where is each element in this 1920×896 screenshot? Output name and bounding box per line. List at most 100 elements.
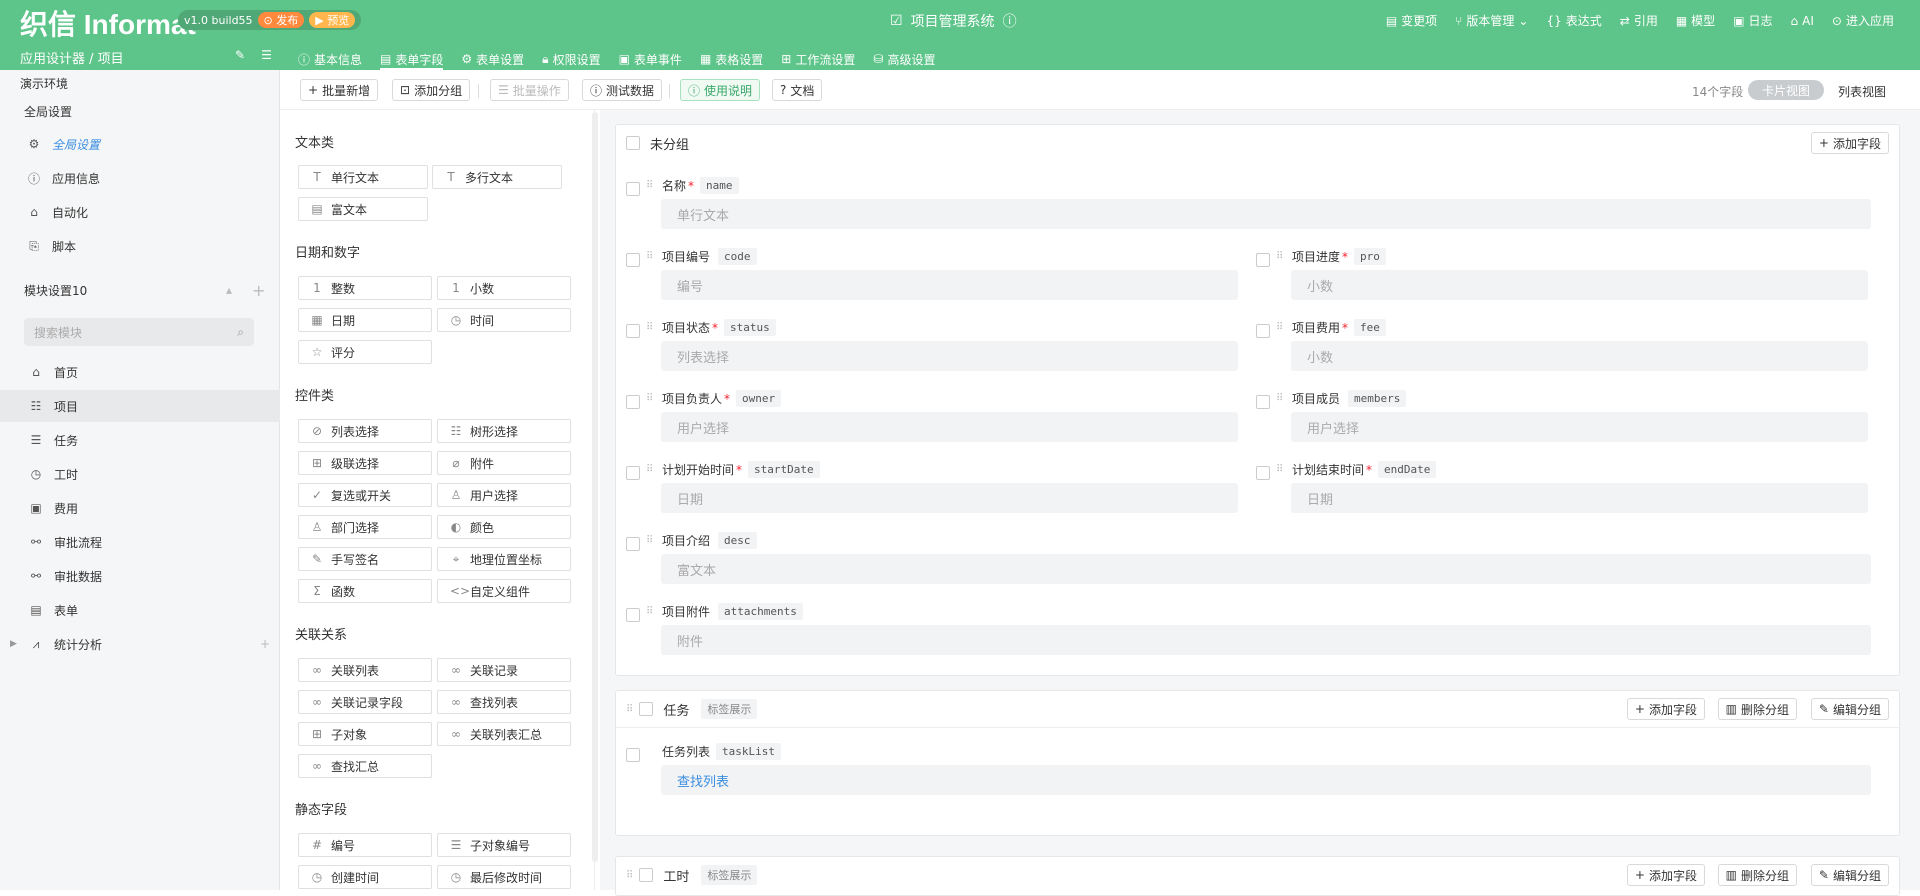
palette-item-related-record[interactable]: ∞ 关联记录 [437,658,571,682]
version-manage-button[interactable]: ⑂ 版本管理 ⌄ [1455,12,1528,29]
form-field[interactable]: ⠿ 项目状态 * status 列表选择 [616,319,1253,375]
tab-form-settings[interactable]: ⚙ 表单设置 [461,48,524,70]
usage-button[interactable]: ⓘ 使用说明 [680,79,761,101]
batch-add-button[interactable]: + 批量新增 [300,79,379,101]
drag-handle-icon[interactable]: ⠿ [646,464,653,475]
palette-item-rich-text[interactable]: ▤ 富文本 [298,197,428,221]
drag-handle-icon[interactable]: ⠿ [646,535,653,546]
drag-handle-icon[interactable]: ⠿ [626,704,633,715]
form-field[interactable]: ⠿ 项目负责人 * owner 用户选择 [616,390,1253,446]
palette-item-lookup-list[interactable]: ∞ 查找列表 [437,690,571,714]
field-task-list[interactable]: 任务列表 taskList 查找列表 [616,743,1886,799]
palette-item-single-text[interactable]: T 单行文本 [298,165,428,189]
tab-workflow-settings[interactable]: ⊞ 工作流设置 [781,48,855,70]
field-checkbox[interactable] [1256,324,1270,338]
tab-form-fields[interactable]: ▤ 表单字段 [380,48,444,70]
sidebar-item-app-info[interactable]: ⓘ 应用信息 [0,162,280,194]
drag-handle-icon[interactable]: ⠿ [646,606,653,617]
palette-item-color[interactable]: ◐ 颜色 [437,515,571,539]
form-field[interactable]: ⠿ 计划开始时间 * startDate 日期 [616,461,1253,517]
drag-handle-icon[interactable]: ⠿ [1276,464,1283,475]
field-checkbox[interactable] [626,466,640,480]
palette-item-created-at[interactable]: ◷ 创建时间 [298,865,432,889]
sidebar-item-approval-flow[interactable]: ⚯ 审批流程 [0,526,280,558]
palette-item-decimal[interactable]: 1 小数 [437,276,571,300]
group-checkbox[interactable] [639,868,654,882]
reference-button[interactable]: ⇄ 引用 [1620,12,1658,29]
palette-scrollbar[interactable] [592,112,598,862]
card-view-toggle[interactable]: 卡片视图 [1748,80,1825,100]
tab-form-events[interactable]: ▣ 表单事件 [619,48,682,70]
publish-button[interactable]: ⊙ 发布 [257,12,305,28]
palette-item-custom[interactable]: <> 自定义组件 [437,579,571,603]
drag-handle-icon[interactable]: ⠿ [1276,322,1283,333]
docs-button[interactable]: ? 文档 [772,79,823,101]
drag-handle-icon[interactable]: ⠿ [646,393,653,404]
drag-handle-icon[interactable]: ⠿ [646,322,653,333]
palette-item-related-list[interactable]: ∞ 关联列表 [298,658,432,682]
group-checkbox[interactable] [639,702,654,716]
palette-item-function[interactable]: Σ 函数 [298,579,432,603]
sidebar-item-project[interactable]: ☷ 项目 [0,390,280,422]
sidebar-item-approval-data[interactable]: ⚯ 审批数据 [0,560,280,592]
list-view-toggle[interactable]: 列表视图 [1838,83,1886,100]
palette-item-related-summary[interactable]: ∞ 关联列表汇总 [437,722,571,746]
field-checkbox[interactable] [626,182,640,196]
expression-button[interactable]: {} 表达式 [1546,12,1601,29]
sidebar-item-home[interactable]: ⌂ 首页 [0,356,280,388]
palette-item-list-select[interactable]: ⊘ 列表选择 [298,419,432,443]
palette-item-checkbox[interactable]: ✓ 复选或开关 [298,483,432,507]
collapse-up-icon[interactable]: ▴ [226,283,232,297]
preview-button[interactable]: ▶ 预览 [309,12,356,28]
field-checkbox[interactable] [1256,466,1270,480]
palette-item-attachment[interactable]: ⌀ 附件 [437,451,571,475]
test-data-button[interactable]: ⓘ 测试数据 [582,79,663,101]
field-checkbox[interactable] [1256,253,1270,267]
group-checkbox[interactable] [626,136,640,150]
drag-handle-icon[interactable]: ⠿ [646,180,653,191]
drag-handle-icon[interactable]: ⠿ [1276,393,1283,404]
delete-group-button[interactable]: ▥ 删除分组 [1717,864,1797,886]
drag-handle-icon[interactable]: ⠿ [1276,251,1283,262]
palette-item-dept-select[interactable]: ♙ 部门选择 [298,515,432,539]
palette-item-signature[interactable]: ✎ 手写签名 [298,547,432,571]
sidebar-item-worktime[interactable]: ◷ 工时 [0,458,280,490]
enter-app-button[interactable]: ⊙ 进入应用 [1832,12,1894,29]
palette-item-serial[interactable]: # 编号 [298,833,432,857]
form-field[interactable]: ⠿ 项目成员 members 用户选择 [1246,390,1883,446]
palette-item-time[interactable]: ◷ 时间 [437,308,571,332]
palette-item-cascade-select[interactable]: ⊞ 级联选择 [298,451,432,475]
form-field[interactable]: ⠿ 项目进度 * pro 小数 [1246,248,1883,304]
field-checkbox[interactable] [626,253,640,267]
palette-item-user-select[interactable]: ♙ 用户选择 [437,483,571,507]
sidebar-item-script[interactable]: ⎘ 脚本 [0,230,280,262]
expand-icon[interactable]: ▶ [10,639,24,649]
sidebar-item-automation[interactable]: ⌂ 自动化 [0,196,280,228]
edit-icon[interactable]: ✎ [235,48,245,62]
sidebar-item-task[interactable]: ☰ 任务 [0,424,280,456]
form-field[interactable]: ⠿ 项目编号 code 编号 [616,248,1253,304]
palette-item-child-object[interactable]: ⊞ 子对象 [298,722,432,746]
sidebar-item-stats[interactable]: ▶ ⩘ 统计分析 + [0,628,280,660]
delete-group-button[interactable]: ▥ 删除分组 [1717,698,1797,720]
palette-item-rating[interactable]: ☆ 评分 [298,340,432,364]
add-icon[interactable]: + [252,281,265,300]
palette-item-lookup-summary[interactable]: ∞ 查找汇总 [298,754,432,778]
module-search-input[interactable]: 搜索模块 ⌕ [24,318,254,346]
palette-item-related-field[interactable]: ∞ 关联记录字段 [298,690,432,714]
palette-item-updated-at[interactable]: ◷ 最后修改时间 [437,865,571,889]
form-field[interactable]: ⠿ 项目介绍 desc 富文本 [616,532,1886,588]
changes-button[interactable]: ▤ 变更项 [1386,12,1437,29]
collapse-icon[interactable]: ☰ [261,48,272,62]
sidebar-item-form[interactable]: ▤ 表单 [0,594,280,626]
add-group-button[interactable]: ⊡ 添加分组 [392,79,471,101]
tab-advanced-settings[interactable]: ⛁ 高级设置 [873,48,935,70]
form-field[interactable]: ⠿ 名称 * name 单行文本 [616,177,1886,233]
edit-group-button[interactable]: ✎ 编辑分组 [1810,864,1889,886]
log-button[interactable]: ▣ 日志 [1733,12,1772,29]
palette-item-date[interactable]: ▦ 日期 [298,308,432,332]
form-field[interactable]: ⠿ 项目附件 attachments 附件 [616,603,1886,659]
sidebar-item-global-settings[interactable]: ⚙ 全局设置 [0,128,280,160]
field-checkbox[interactable] [1256,395,1270,409]
drag-handle-icon[interactable]: ⠿ [626,870,633,881]
